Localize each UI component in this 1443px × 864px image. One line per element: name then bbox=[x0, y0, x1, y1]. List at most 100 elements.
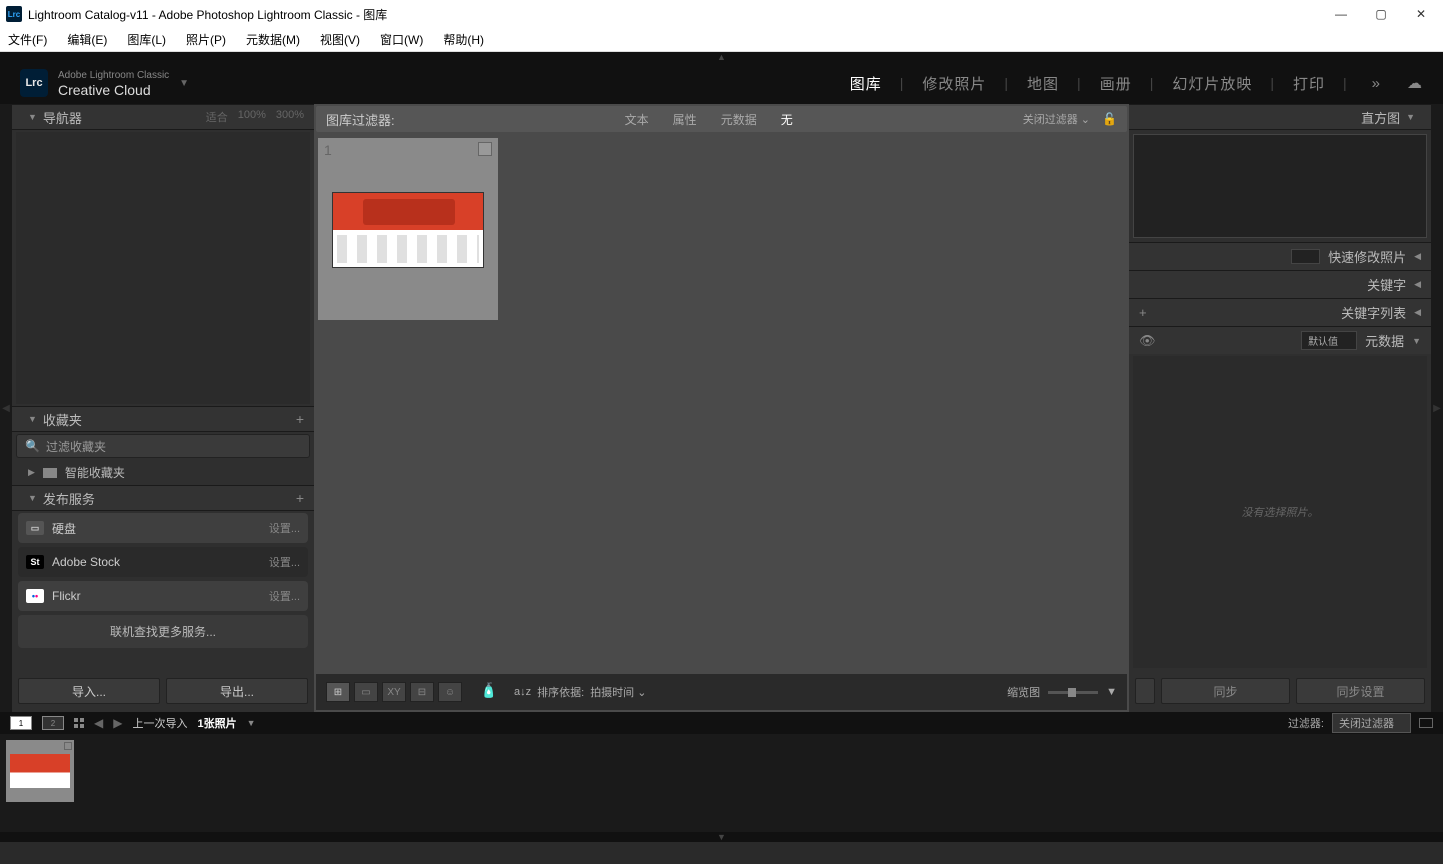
nav-forward-icon[interactable]: ▶ bbox=[113, 716, 122, 730]
sync-toggle[interactable] bbox=[1135, 678, 1155, 704]
find-more-services[interactable]: 联机查找更多服务... bbox=[18, 615, 308, 648]
survey-view-icon[interactable]: ⊟ bbox=[410, 682, 434, 702]
module-map[interactable]: 地图 bbox=[1027, 73, 1059, 94]
grid-thumbnail[interactable]: 1 bbox=[318, 138, 498, 320]
toolbar-menu-caret[interactable]: ▼ bbox=[1106, 686, 1117, 698]
sync-settings-button[interactable]: 同步设置 bbox=[1296, 678, 1425, 704]
menu-edit[interactable]: 编辑(E) bbox=[63, 29, 111, 50]
top-panel-collapse[interactable]: ▲ bbox=[0, 52, 1443, 62]
filter-tab-attribute[interactable]: 属性 bbox=[663, 111, 707, 128]
publish-flickr[interactable]: Flickr 设置... bbox=[18, 581, 308, 611]
grid-toggle-icon[interactable] bbox=[74, 718, 84, 728]
histogram-header[interactable]: 直方图 ▼ bbox=[1129, 104, 1431, 130]
publish-adobestock[interactable]: St Adobe Stock 设置... bbox=[18, 547, 308, 577]
bottom-panel-collapse[interactable]: ▼ bbox=[0, 832, 1443, 842]
add-publish-icon[interactable]: + bbox=[296, 490, 304, 506]
filter-tab-metadata[interactable]: 元数据 bbox=[711, 111, 767, 128]
publish-setup-link[interactable]: 设置... bbox=[269, 520, 300, 536]
folder-icon bbox=[43, 468, 57, 478]
smart-collections-row[interactable]: ▶ 智能收藏夹 bbox=[12, 460, 314, 485]
navigator-preview[interactable] bbox=[16, 132, 310, 404]
second-display-button[interactable]: 2 bbox=[42, 716, 64, 730]
main-display-button[interactable]: 1 bbox=[10, 716, 32, 730]
metadata-header[interactable]: 👁 默认值 元数据 ▼ bbox=[1129, 326, 1431, 354]
maximize-button[interactable]: ▢ bbox=[1371, 7, 1391, 21]
minimize-button[interactable]: — bbox=[1331, 7, 1351, 21]
thumbnail-size-slider[interactable] bbox=[1048, 691, 1098, 694]
close-button[interactable]: ✕ bbox=[1411, 7, 1431, 21]
breadcrumb-caret[interactable]: ▼ bbox=[247, 718, 256, 728]
menu-help[interactable]: 帮助(H) bbox=[439, 29, 488, 50]
menu-file[interactable]: 文件(F) bbox=[4, 29, 51, 50]
menu-view[interactable]: 视图(V) bbox=[316, 29, 364, 50]
zoom-100[interactable]: 100% bbox=[238, 109, 266, 125]
filmstrip[interactable] bbox=[0, 734, 1443, 832]
publish-setup-link[interactable]: 设置... bbox=[269, 554, 300, 570]
filmstrip-filter-select[interactable]: 关闭过滤器 bbox=[1332, 713, 1411, 733]
people-view-icon[interactable]: ☺ bbox=[438, 682, 462, 702]
add-keyword-icon[interactable]: + bbox=[1139, 305, 1147, 320]
chevron-down-icon: ▼ bbox=[28, 112, 37, 122]
identity-menu-caret[interactable]: ▼ bbox=[179, 78, 189, 89]
left-collapse-handle[interactable]: ◀ bbox=[0, 104, 12, 712]
publish-setup-link[interactable]: 设置... bbox=[269, 588, 300, 604]
publish-title: 发布服务 bbox=[43, 489, 296, 508]
collections-filter-input[interactable]: 🔍 过滤收藏夹 bbox=[16, 434, 310, 458]
nav-back-icon[interactable]: ◀ bbox=[94, 716, 103, 730]
module-print[interactable]: 打印 bbox=[1293, 73, 1325, 94]
thumb-index: 1 bbox=[324, 142, 332, 158]
right-collapse-handle[interactable]: ▶ bbox=[1431, 104, 1443, 712]
filmstrip-source[interactable]: 上一次导入 bbox=[132, 715, 187, 731]
filmstrip-thumbnail[interactable] bbox=[6, 740, 74, 802]
import-button[interactable]: 导入... bbox=[18, 678, 160, 704]
painter-tool-icon[interactable]: 🧴 bbox=[480, 682, 496, 702]
collections-filter-placeholder: 过滤收藏夹 bbox=[46, 438, 106, 455]
publish-harddrive[interactable]: ▭ 硬盘 设置... bbox=[18, 513, 308, 543]
menu-library[interactable]: 图库(L) bbox=[123, 29, 170, 50]
chevron-left-icon: ◀ bbox=[1414, 251, 1421, 262]
filmstrip-header: 1 2 ◀ ▶ 上一次导入 1张照片 ▼ 过滤器: 关闭过滤器 bbox=[0, 712, 1443, 734]
publish-header[interactable]: ▼ 发布服务 + bbox=[12, 485, 314, 511]
module-develop[interactable]: 修改照片 bbox=[922, 73, 986, 94]
keyword-list-header[interactable]: + 关键字列表 ◀ bbox=[1129, 298, 1431, 326]
filter-lock-icon[interactable]: 🔓 bbox=[1102, 112, 1117, 126]
histogram-title: 直方图 bbox=[1361, 108, 1400, 127]
quick-develop-header[interactable]: 快速修改照片 ◀ bbox=[1129, 242, 1431, 270]
menu-photo[interactable]: 照片(P) bbox=[182, 29, 230, 50]
zoom-300[interactable]: 300% bbox=[276, 109, 304, 125]
loupe-view-icon[interactable]: ▭ bbox=[354, 682, 378, 702]
zoom-fit[interactable]: 适合 bbox=[206, 109, 228, 125]
compare-view-icon[interactable]: XY bbox=[382, 682, 406, 702]
quick-dev-preset-select[interactable] bbox=[1291, 249, 1320, 264]
metadata-preset-select[interactable]: 默认值 bbox=[1301, 331, 1357, 350]
thumb-image bbox=[10, 754, 70, 788]
export-button[interactable]: 导出... bbox=[166, 678, 308, 704]
navigator-header[interactable]: ▼ 导航器 适合 100% 300% bbox=[12, 104, 314, 130]
thumb-flag-icon[interactable] bbox=[64, 742, 72, 750]
identity-line2: Creative Cloud bbox=[58, 83, 169, 97]
sort-label: 排序依据: bbox=[537, 684, 584, 700]
collections-header[interactable]: ▼ 收藏夹 + bbox=[12, 406, 314, 432]
filmstrip-filter-switch[interactable] bbox=[1419, 718, 1433, 728]
sort-value-select[interactable]: 拍摄时间 ⌄ bbox=[590, 684, 646, 700]
thumb-flag-icon[interactable] bbox=[478, 142, 492, 156]
module-library[interactable]: 图库 bbox=[850, 73, 882, 94]
keywords-header[interactable]: 关键字 ◀ bbox=[1129, 270, 1431, 298]
grid-view-icon[interactable]: ⊞ bbox=[326, 682, 350, 702]
filter-off-select[interactable]: 关闭过滤器 ⌄ bbox=[1023, 111, 1090, 127]
module-slideshow[interactable]: 幻灯片放映 bbox=[1172, 73, 1252, 94]
eye-icon[interactable]: 👁 bbox=[1139, 333, 1156, 349]
cloud-sync-icon[interactable]: ☁ bbox=[1407, 74, 1423, 92]
filter-tab-text[interactable]: 文本 bbox=[615, 111, 659, 128]
module-book[interactable]: 画册 bbox=[1100, 73, 1132, 94]
menu-metadata[interactable]: 元数据(M) bbox=[242, 29, 304, 50]
add-collection-icon[interactable]: + bbox=[296, 411, 304, 427]
module-picker: 图库 | 修改照片 | 地图 | 画册 | 幻灯片放映 | 打印 | » ☁ bbox=[850, 73, 1423, 94]
module-overflow[interactable]: » bbox=[1372, 75, 1381, 92]
sync-button[interactable]: 同步 bbox=[1161, 678, 1290, 704]
sort-direction-icon[interactable]: a↓z bbox=[514, 686, 531, 698]
filter-tab-none[interactable]: 无 bbox=[771, 111, 803, 128]
identity-plate: Lrc Adobe Lightroom Classic Creative Clo… bbox=[0, 62, 1443, 104]
grid-view[interactable]: 1 bbox=[314, 134, 1129, 672]
menu-window[interactable]: 窗口(W) bbox=[376, 29, 427, 50]
